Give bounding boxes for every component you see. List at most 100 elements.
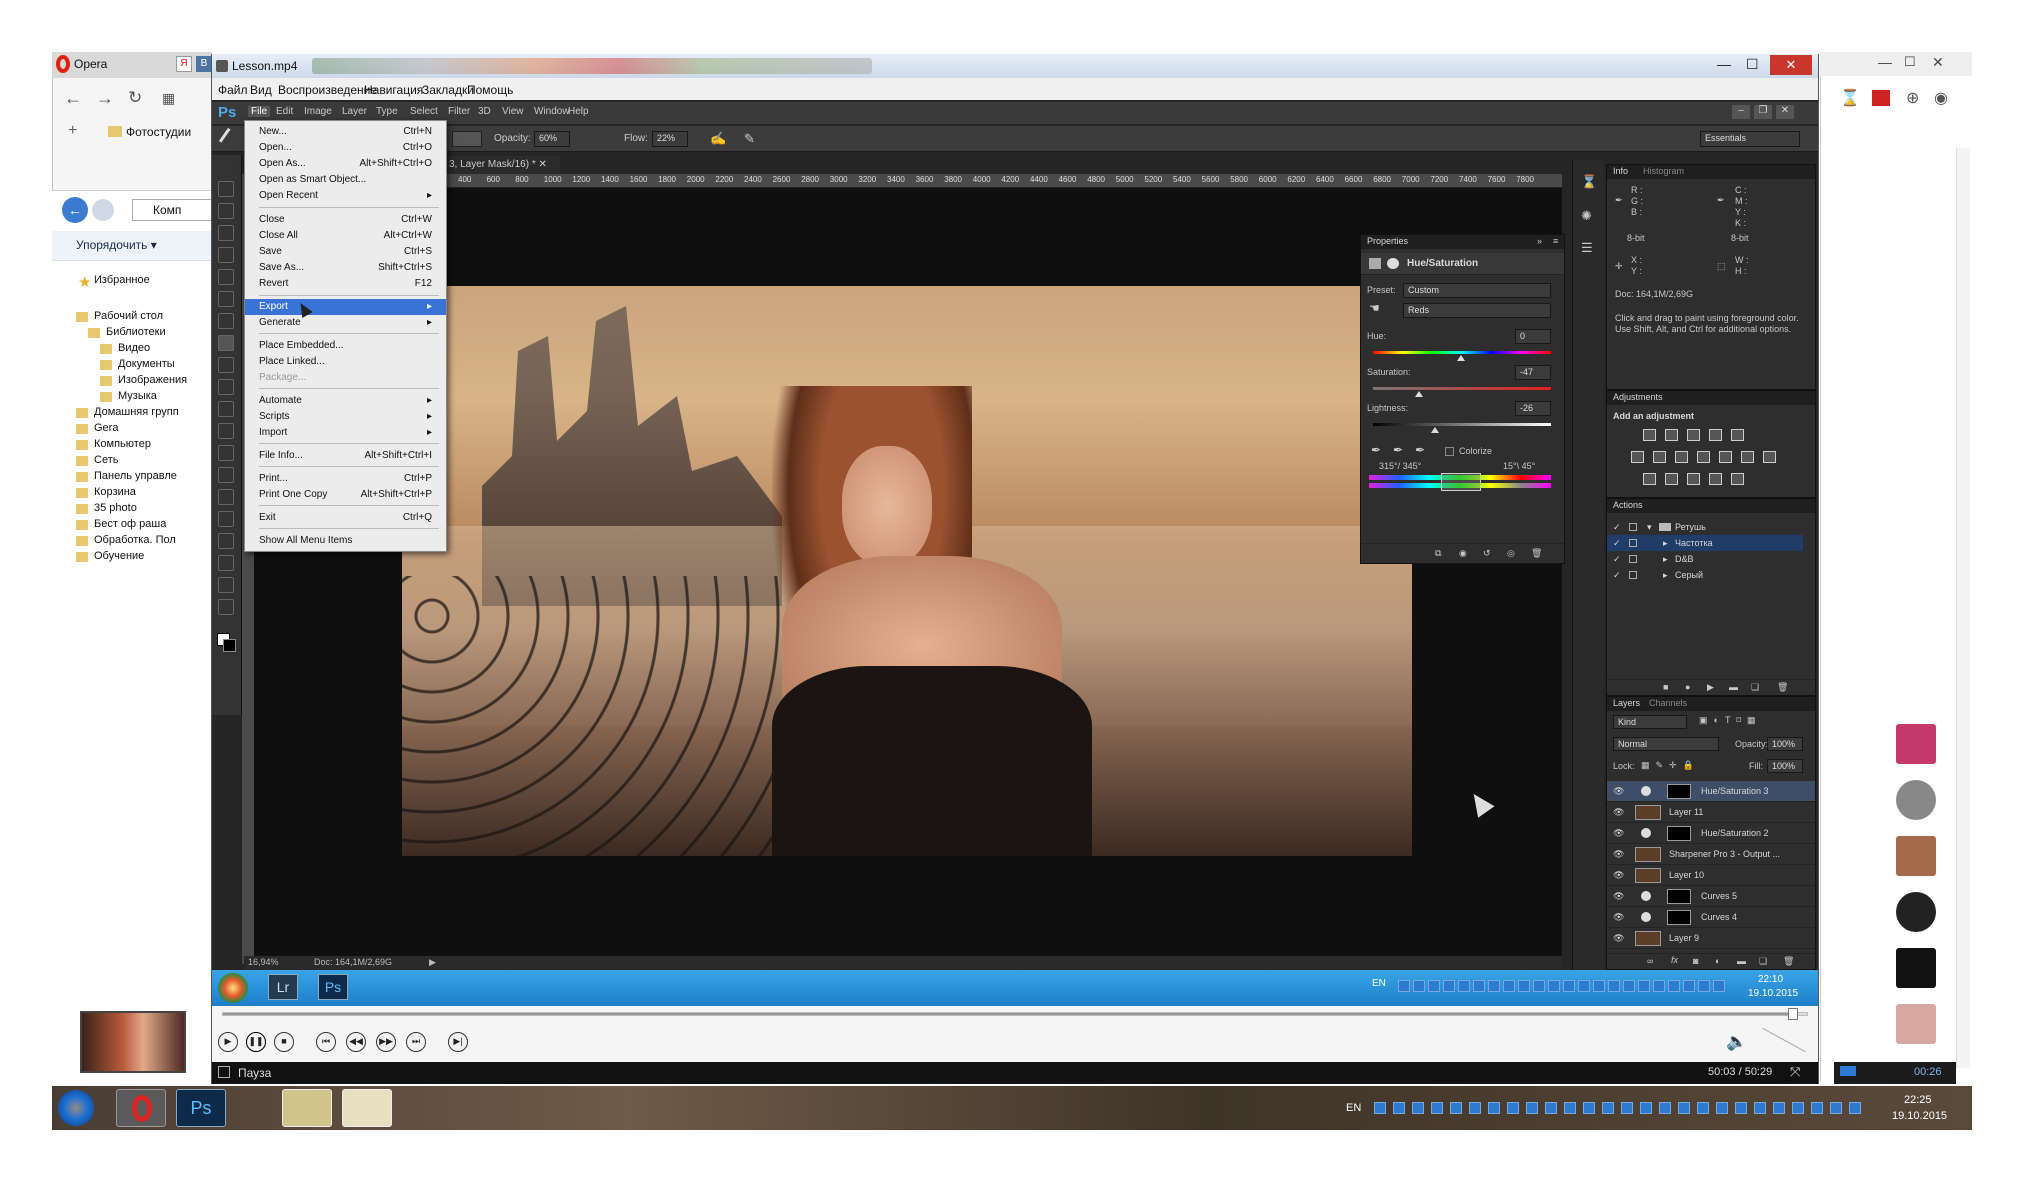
seek-bar[interactable]	[222, 1012, 1808, 1016]
inner-lang[interactable]: EN	[1372, 978, 1386, 989]
stop-button[interactable]: ■	[274, 1032, 294, 1052]
action-item[interactable]: ✓ ▸ Серый	[1607, 567, 1803, 583]
new-layer-icon[interactable]: ❏	[1759, 956, 1767, 967]
prev-button[interactable]: ⏮	[316, 1032, 336, 1052]
action-check-icon[interactable]: ✓	[1613, 551, 1621, 567]
exposure-icon[interactable]	[1709, 429, 1722, 441]
visibility-icon[interactable]: ◎	[1507, 548, 1515, 559]
add-bookmark-icon[interactable]: +	[68, 122, 77, 140]
yandex-tab-icon[interactable]: Я	[176, 56, 192, 72]
new-set-icon[interactable]: ▬	[1729, 682, 1738, 692]
hand-tool-icon[interactable]	[218, 577, 234, 593]
explorer-taskbar-icon[interactable]	[282, 1089, 332, 1127]
brush-tool-icon[interactable]	[218, 127, 242, 151]
ps-menu-item[interactable]: Layer	[342, 106, 367, 117]
history-brush-tool-icon[interactable]	[218, 379, 234, 395]
file-menu-item[interactable]: Revert F12	[245, 276, 446, 292]
ps-menu-item[interactable]: Image	[304, 106, 332, 117]
inner-start-orb-icon[interactable]	[218, 973, 248, 1003]
file-menu-item[interactable]: Close Ctrl+W	[245, 212, 446, 228]
blend-mode-dropdown[interactable]: Normal	[1613, 737, 1719, 751]
opera-taskbar-icon[interactable]	[116, 1089, 166, 1127]
fx-icon[interactable]: fx	[1671, 955, 1678, 965]
action-item[interactable]: ✓ ▸ Частотка	[1607, 535, 1803, 551]
visibility-eye-icon[interactable]: 👁	[1613, 802, 1624, 823]
volume-icon[interactable]: 🔈	[1726, 1032, 1747, 1052]
saturation-field[interactable]: -47	[1515, 365, 1551, 380]
file-menu-item[interactable]: Place Linked...	[245, 354, 446, 370]
tray-icon[interactable]	[1374, 1102, 1386, 1114]
flow-field[interactable]: 22%	[652, 131, 688, 147]
gradient-map-icon[interactable]	[1687, 473, 1700, 485]
clip-layer-icon[interactable]: ⧉	[1435, 548, 1441, 559]
action-check-icon[interactable]: ✓	[1613, 519, 1621, 535]
tray-icon[interactable]	[1469, 1102, 1481, 1114]
bookmark-folder-label[interactable]: Фотостудии	[126, 125, 191, 139]
tray-icon[interactable]	[1488, 980, 1500, 992]
tray-icon[interactable]	[1503, 980, 1515, 992]
channel-mixer-icon[interactable]	[1719, 451, 1732, 463]
tray-icon[interactable]	[1398, 980, 1410, 992]
opacity-field[interactable]: 60%	[534, 131, 570, 147]
tray-icon[interactable]	[1412, 1102, 1424, 1114]
visibility-eye-icon[interactable]: 👁	[1613, 844, 1624, 865]
tray-icon[interactable]	[1668, 980, 1680, 992]
tray-icon[interactable]	[1773, 1102, 1785, 1114]
play-button[interactable]: ▶	[218, 1032, 238, 1052]
record-icon[interactable]: ●	[1685, 682, 1690, 692]
download-icon[interactable]: ⊕	[1906, 88, 1919, 108]
tray-icon[interactable]	[1623, 980, 1635, 992]
brightness-icon[interactable]	[1643, 429, 1656, 441]
ps-restore-icon[interactable]: ❐	[1754, 105, 1772, 119]
tray-icon[interactable]	[1830, 1102, 1842, 1114]
move-tool-icon[interactable]	[218, 181, 234, 197]
gradient-tool-icon[interactable]	[218, 423, 234, 439]
bw-icon[interactable]	[1675, 451, 1688, 463]
marquee-tool-icon[interactable]	[218, 203, 234, 219]
fill-field[interactable]: 100%	[1767, 759, 1803, 773]
tray-icon[interactable]	[1697, 1102, 1709, 1114]
rewind-button[interactable]: ◀◀	[346, 1032, 366, 1052]
visibility-eye-icon[interactable]: 👁	[1613, 823, 1624, 844]
visibility-eye-icon[interactable]: 👁	[1613, 907, 1624, 928]
tray-icon[interactable]	[1713, 980, 1725, 992]
file-menu-item[interactable]: Import ▸	[245, 425, 446, 441]
action-check-icon[interactable]: ✓	[1613, 567, 1621, 583]
hue-sat-icon[interactable]	[1631, 451, 1644, 463]
invert2-icon[interactable]	[1731, 473, 1744, 485]
layer-row[interactable]: 👁 Curves 4	[1607, 907, 1815, 928]
trash-icon[interactable]: 🗑	[1531, 548, 1542, 559]
outer-lang[interactable]: EN	[1346, 1102, 1361, 1114]
targeted-adjust-icon[interactable]: ☚	[1369, 301, 1380, 315]
selective-color-icon[interactable]	[1709, 473, 1722, 485]
action-dialog-icon[interactable]	[1629, 523, 1637, 531]
action-expand-icon[interactable]: ▾	[1647, 519, 1652, 535]
dodge-tool-icon[interactable]	[218, 467, 234, 483]
doc-tab[interactable]: 3, Layer Mask/16) * ✕	[445, 156, 560, 174]
tray-icon[interactable]	[1792, 1102, 1804, 1114]
right-close-icon[interactable]: ✕	[1932, 54, 1944, 71]
tray-icon[interactable]	[1393, 1102, 1405, 1114]
stamp-tool-icon[interactable]	[218, 357, 234, 373]
visibility-eye-icon[interactable]: 👁	[1613, 865, 1624, 886]
file-menu-item[interactable]: New... Ctrl+N	[245, 124, 446, 140]
tray-icon[interactable]	[1754, 1102, 1766, 1114]
action-dialog-icon[interactable]	[1629, 571, 1637, 579]
layer-row[interactable]: 👁 Sharpener Pro 3 - Output ...	[1607, 844, 1815, 865]
tray-icon[interactable]	[1678, 1102, 1690, 1114]
action-expand-icon[interactable]: ▸	[1663, 535, 1668, 551]
opera-tab-label[interactable]: Opera	[74, 57, 107, 71]
layer-row[interactable]: 👁 Layer 9	[1607, 928, 1815, 949]
color-lookup-icon[interactable]	[1741, 451, 1754, 463]
player-menu-item[interactable]: Помощь	[467, 83, 513, 97]
visibility-eye-icon[interactable]: 👁	[1613, 886, 1624, 907]
player-taskbar-icon[interactable]	[342, 1089, 392, 1127]
action-check-icon[interactable]: ✓	[1613, 535, 1621, 551]
vibrance-icon[interactable]	[1731, 429, 1744, 441]
avatar[interactable]	[1896, 1004, 1936, 1044]
eyedropper-minus-icon[interactable]: ✒	[1415, 443, 1425, 457]
explorer-address[interactable]: Комп	[132, 199, 212, 221]
tray-icon[interactable]	[1735, 1102, 1747, 1114]
brush-presets-icon[interactable]: ✺	[1581, 208, 1592, 224]
player-menu-item[interactable]: Навигация	[364, 83, 423, 97]
